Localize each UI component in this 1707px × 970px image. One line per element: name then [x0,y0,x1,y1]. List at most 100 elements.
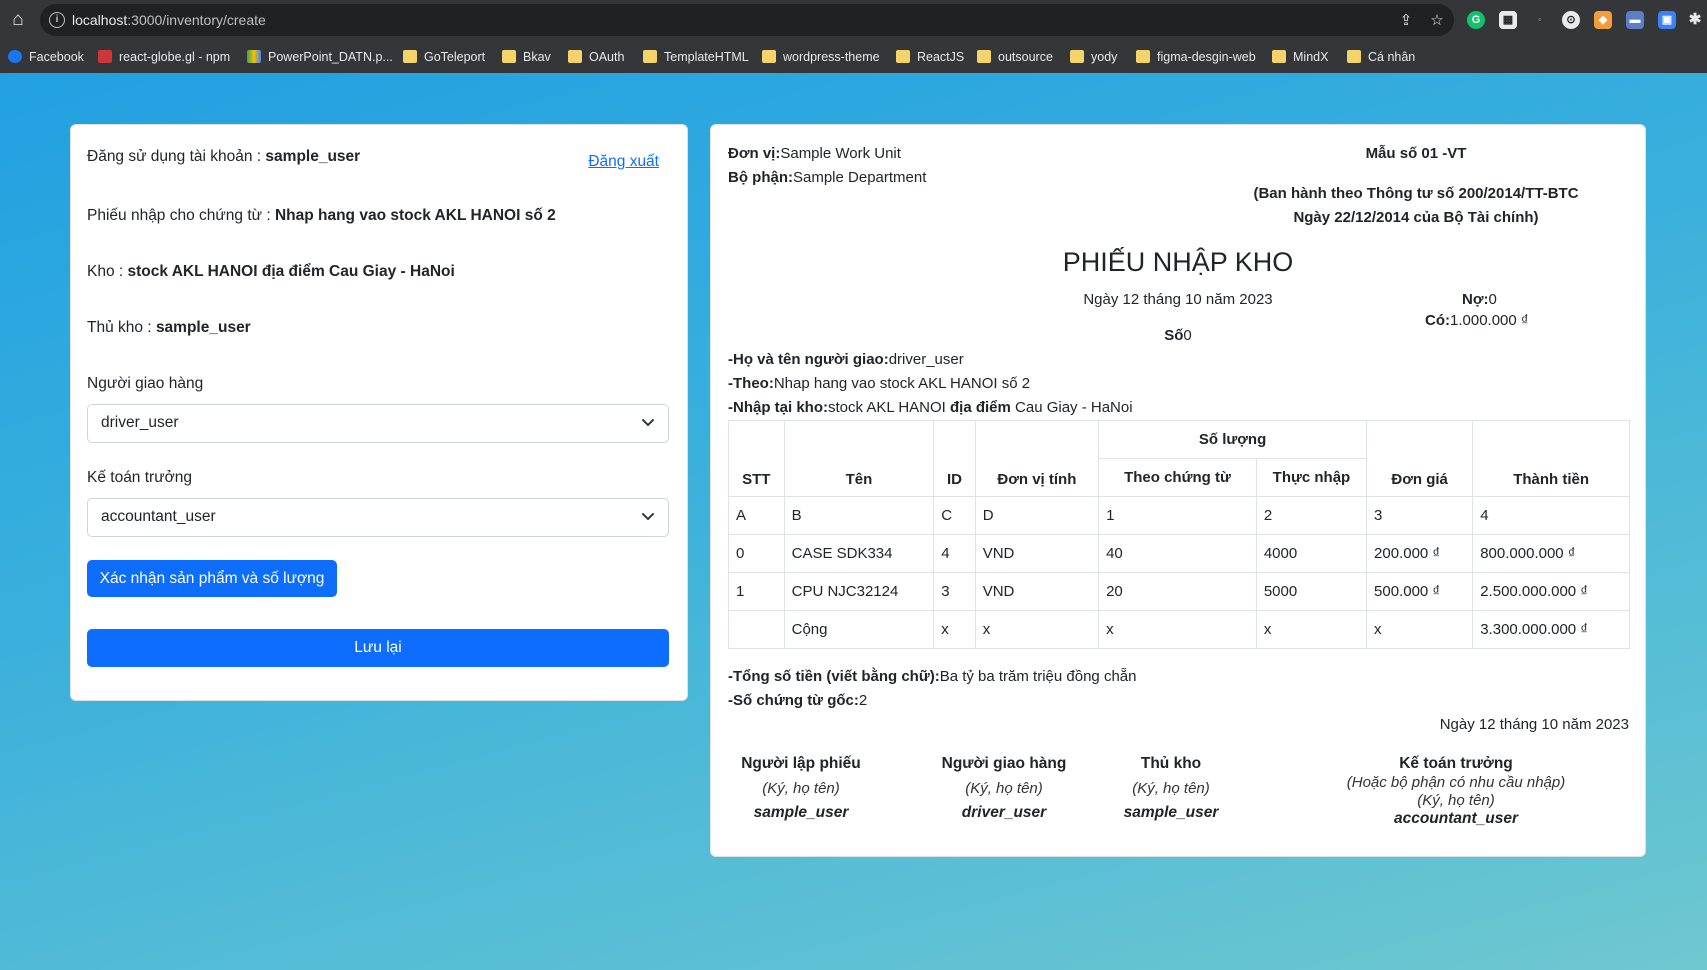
table-cell: 3 [933,572,976,611]
voucher-info: Phiếu nhập cho chứng từ : Nhap hang vao … [87,207,556,224]
bookmark-item[interactable]: MindX [1272,48,1328,66]
bookmark-item[interactable]: ReactJS [896,48,964,66]
confirm-products-button[interactable]: Xác nhận sản phẩm và số lượng [87,560,337,597]
bookmark-item[interactable]: TemplateHTML [643,48,749,66]
table-row: A B C D 1 2 3 4 [728,496,1630,535]
puzzle-icon[interactable]: ✱ [1686,11,1704,29]
signature-keeper: Thủ kho (Ký, họ tên) sample_user [1111,755,1231,822]
bookmark-item[interactable]: figma-desgin-web [1136,48,1256,66]
table-header-row: STT Tên ID Đơn vị tính Số lượng Đơn giá … [728,420,1630,497]
cast-icon[interactable]: ◦ [1531,11,1549,29]
deliverer-select[interactable]: driver_user [87,404,669,443]
signature-deliverer: Người giao hàng (Ký, họ tên) driver_user [929,755,1079,822]
signature-hint: (Ký, họ tên) [1132,780,1210,797]
page-title: PHIẾU NHẬP KHO [1062,247,1294,277]
table-cell: 40 [1098,534,1257,573]
table-cell: A [728,496,785,535]
bookmark-item[interactable]: yody [1070,48,1117,66]
bookmark-item[interactable]: Cá nhân [1347,48,1415,66]
bookmark-item[interactable]: OAuth [568,48,624,66]
original-docs-count: -Số chứng từ gốc:2 [728,692,868,709]
accountant-label: Kế toán trưởng [87,469,192,486]
folder-icon [1070,50,1084,63]
site-info-icon[interactable]: i [49,12,65,28]
signature-title: Kế toán trưởng [1399,755,1513,772]
table-cell: 3 [1366,496,1474,535]
bookmark-item[interactable]: react-globe.gl - npm [98,48,230,66]
url-text[interactable]: localhost:3000/inventory/create [72,12,266,28]
form-number: Mẫu số 01 -VT [1365,145,1467,162]
signature-title: Người giao hàng [941,755,1067,772]
logout-link[interactable]: Đăng xuất [588,153,659,171]
folder-icon [568,50,582,63]
bookmark-item[interactable]: outsource [977,48,1053,66]
document-number: Số0 [1164,327,1192,344]
according-line: -Theo:Nhap hang vao stock AKL HANOI số 2 [728,375,1031,392]
issued-by-line-2: Ngày 22/12/2014 của Bộ Tài chính) [1293,209,1539,226]
signature-name: accountant_user [1393,810,1519,827]
signature-hint: (Ký, họ tên) [965,780,1043,797]
color-picker-icon[interactable]: ◈ [1594,11,1612,29]
home-icon[interactable]: ⌂ [6,8,30,32]
folder-icon [1272,50,1286,63]
table-row: 0 CASE SDK334 4 VND 40 4000 200.000 ₫ 80… [728,534,1630,573]
save-button[interactable]: Lưu lại [87,629,669,667]
table-cell: Cộng [783,610,935,649]
star-icon[interactable]: ☆ [1429,13,1445,29]
signature-creator: Người lập phiếu (Ký, họ tên) sample_user [731,755,871,822]
table-cell [728,610,785,649]
column-header: Thực nhập [1255,458,1368,497]
bookmark-item[interactable]: PowerPoint_DATN.p... [247,48,393,66]
column-header: ID [933,420,976,497]
bookmark-item[interactable]: wordpress-theme [762,48,880,66]
folder-icon [1347,50,1361,63]
total-in-words: -Tổng số tiền (viết bằng chữ):Ba tỷ ba t… [728,668,1137,685]
table-cell: B [783,496,935,535]
work-unit: Đơn vị:Sample Work Unit [728,145,901,162]
column-header: Đơn vị tính [974,420,1100,497]
grammarly-icon[interactable]: G [1467,11,1485,29]
ext-icon[interactable]: ▬ [1626,11,1644,29]
signature-name: sample_user [1123,804,1219,821]
table-cell: VND [974,572,1100,611]
signature-name: sample_user [753,804,849,821]
table-cell: 4000 [1255,534,1368,573]
deliverer-selected-value: driver_user [101,414,179,431]
drive-icon [247,50,261,63]
npm-icon [98,50,112,63]
warehouse-info: Kho : stock AKL HANOI địa điểm Cau Giay … [87,263,455,280]
bookmark-item[interactable]: Bkav [502,48,551,66]
table-cell: CASE SDK334 [783,534,935,573]
search-ext-icon[interactable]: ⊙ [1562,11,1580,29]
accountant-select[interactable]: accountant_user [87,498,669,537]
folder-icon [762,50,776,63]
table-total-row: Cộng x x x x x 3.300.000.000 ₫ [728,610,1630,649]
table-cell: D [974,496,1100,535]
table-cell: 5000 [1255,572,1368,611]
table-cell: x [974,610,1100,649]
signature-hint: (Ký, họ tên) [762,780,840,797]
column-header: Số lượng [1098,420,1368,459]
folder-icon [502,50,516,63]
deliverer-label: Người giao hàng [87,375,204,392]
share-icon[interactable]: ⇪ [1398,13,1414,29]
table-cell: 4 [1472,496,1630,535]
bookmark-item[interactable]: Facebook [8,48,84,66]
column-header: Thành tiền [1472,420,1630,497]
table-cell: CPU NJC32124 [783,572,935,611]
table-row: 1 CPU NJC32124 3 VND 20 5000 500.000 ₫ 2… [728,572,1630,611]
address-bar[interactable]: i localhost:3000/inventory/create ⇪ ☆ [40,4,1454,36]
table-cell: 20 [1098,572,1257,611]
folder-icon [896,50,910,63]
table-cell: 1 [1098,496,1257,535]
column-header: Tên [783,420,935,497]
table-cell: C [933,496,976,535]
notification-ext-icon[interactable]: ▣ [1658,11,1676,29]
bookmark-item[interactable]: GoTeleport [403,48,485,66]
column-header: Theo chứng từ [1098,458,1257,497]
qr-icon[interactable]: ▦ [1499,11,1517,29]
deliverer-line: -Họ và tên người giao:driver_user [728,351,964,368]
table-cell: 2.500.000.000 ₫ [1472,572,1630,611]
facebook-icon [8,50,22,63]
table-cell: VND [974,534,1100,573]
